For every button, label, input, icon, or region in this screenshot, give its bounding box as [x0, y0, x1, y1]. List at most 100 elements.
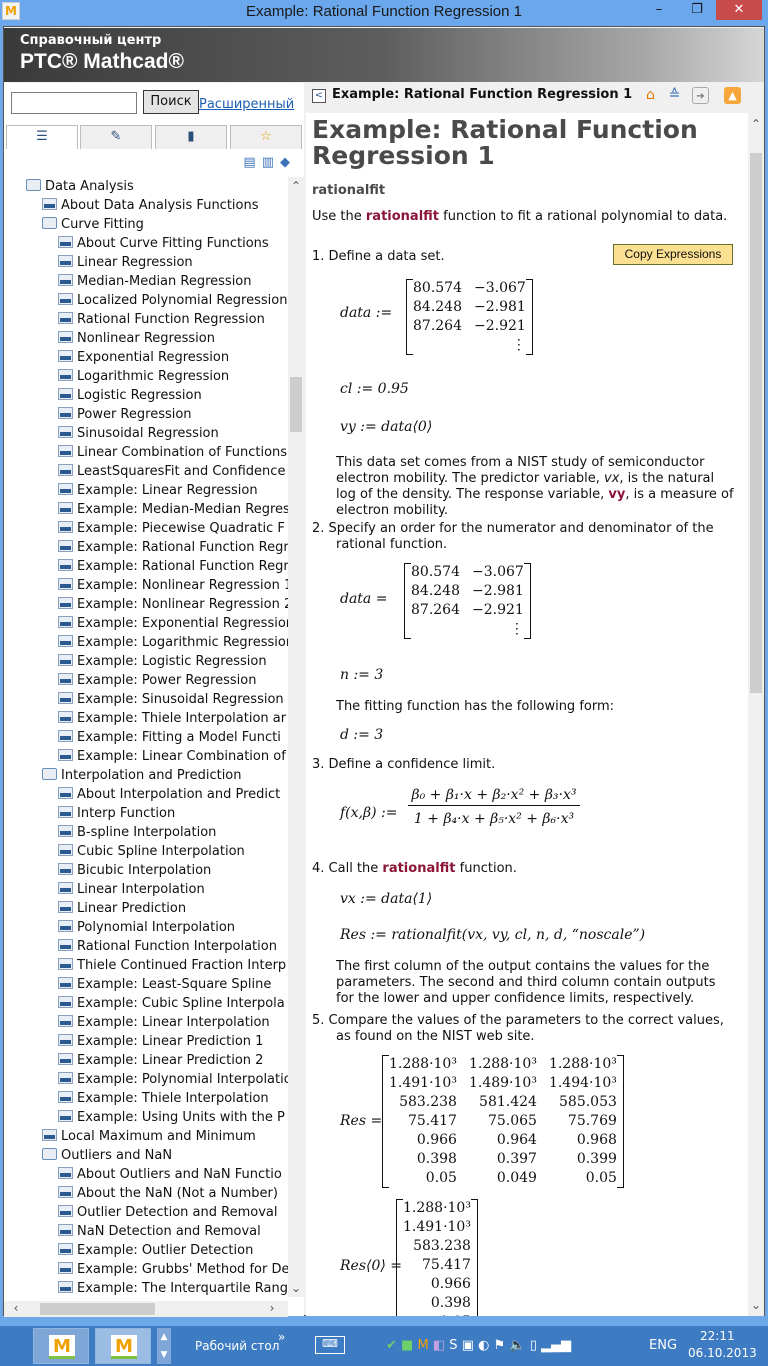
tree-vertical-scrollbar[interactable]: ⌃ ⌄ [288, 177, 304, 1297]
app-tray-icon[interactable]: ◐ [478, 1338, 489, 1353]
scroll-up-icon[interactable]: ⌃ [288, 179, 304, 193]
tree-topic[interactable]: Example: Linear Interpolation [58, 1013, 270, 1032]
tree-topic[interactable]: Sinusoidal Regression [58, 424, 219, 443]
scroll-down-icon[interactable]: ⌄ [288, 1281, 304, 1295]
hide-nav-button[interactable]: < [312, 89, 326, 103]
scrollbar-thumb[interactable] [750, 153, 762, 693]
tree-folder[interactable]: Interpolation and Prediction [42, 766, 242, 785]
scroll-up-icon[interactable]: ⌃ [748, 117, 764, 131]
tree-topic[interactable]: Example: Least-Square Spline [58, 975, 271, 994]
mathcad-tray-icon[interactable]: M [417, 1338, 428, 1353]
desktop-toolbar-label[interactable]: Рабочий стол [195, 1339, 279, 1353]
tree-topic[interactable]: Rational Function Regression [58, 310, 265, 329]
rationalfit-link[interactable]: rationalfit [382, 861, 455, 876]
tree-topic[interactable]: Example: Power Regression [58, 671, 256, 690]
display-icon[interactable]: ▣ [462, 1338, 474, 1353]
clock-time[interactable]: 22:11 [700, 1329, 735, 1343]
tree-topic[interactable]: Median-Median Regression [58, 272, 252, 291]
tree-topic[interactable]: Bicubic Interpolation [58, 861, 211, 880]
tree-topic[interactable]: Logarithmic Regression [58, 367, 229, 386]
tree-topic[interactable]: Example: Polynomial Interpolatio [58, 1070, 288, 1089]
tree-topic[interactable]: Local Maximum and Minimum [42, 1127, 256, 1146]
skype-icon[interactable]: ■ [401, 1338, 413, 1353]
tree-topic[interactable]: Example: Logarithmic Regression [58, 633, 288, 652]
topic-vertical-scrollbar[interactable]: ⌃ ⌄ [748, 113, 764, 1316]
scrollbar-thumb[interactable] [290, 377, 302, 432]
tree-topic[interactable]: Outlier Detection and Removal [58, 1203, 277, 1222]
tree-horizontal-scrollbar[interactable]: ‹ › [4, 1301, 288, 1317]
language-indicator[interactable]: ENG [649, 1338, 677, 1353]
connection-icon[interactable]: S [449, 1338, 457, 1353]
tree-topic[interactable]: Interp Function [58, 804, 175, 823]
scroll-right-icon[interactable]: › [264, 1301, 280, 1315]
tree-topic[interactable]: Example: Fitting a Model Functi [58, 728, 281, 747]
sync-topic-icon[interactable]: ▤ [243, 155, 261, 170]
tree-topic[interactable]: About the NaN (Not a Number) [58, 1184, 278, 1203]
tree-topic[interactable]: Example: Median-Median Regres [58, 500, 288, 519]
tree-topic[interactable]: Example: Rational Function Regr [58, 557, 288, 576]
tree-topic[interactable]: Example: Outlier Detection [58, 1241, 253, 1260]
search-input[interactable] [11, 92, 137, 114]
vy-link[interactable]: vy [608, 487, 625, 502]
scrollbar-thumb[interactable] [40, 1303, 155, 1315]
search-button[interactable]: Поиск [143, 90, 199, 114]
close-button[interactable]: ✕ [716, 0, 762, 20]
tree-topic[interactable]: Linear Interpolation [58, 880, 205, 899]
tree-topic[interactable]: NaN Detection and Removal [58, 1222, 261, 1241]
tree-topic[interactable]: Example: Sinusoidal Regression [58, 690, 284, 709]
toolbar-expand-icon[interactable]: » [278, 1330, 285, 1344]
tree-topic[interactable]: Example: Rational Function Regr [58, 538, 288, 557]
tree-topic[interactable]: Logistic Regression [58, 386, 202, 405]
tree-folder[interactable]: Curve Fitting [42, 215, 144, 234]
tree-topic[interactable]: Example: Exponential Regression [58, 614, 288, 633]
tree-topic[interactable]: Linear Combination of Functions [58, 443, 287, 462]
onenote-icon[interactable]: ◧ [433, 1338, 445, 1353]
tree-topic[interactable]: About Outliers and NaN Functio [58, 1165, 282, 1184]
tree-topic[interactable]: Example: The Interquartile Rang [58, 1279, 288, 1297]
minimize-button[interactable]: – [644, 0, 674, 20]
tree-topic[interactable]: Example: Linear Combination of [58, 747, 286, 766]
tree-topic[interactable]: Example: Cubic Spline Interpola [58, 994, 285, 1013]
tree-topic[interactable]: Example: Using Units with the P [58, 1108, 285, 1127]
previous-topic-icon[interactable]: ▲ [724, 87, 741, 104]
tree-topic[interactable]: Example: Logistic Regression [58, 652, 267, 671]
tab-index[interactable]: ✎ [80, 125, 152, 149]
flag-icon[interactable]: ⚑ [494, 1338, 506, 1353]
tree-topic[interactable]: About Curve Fitting Functions [58, 234, 269, 253]
tree-topic[interactable]: Linear Regression [58, 253, 193, 272]
tree-topic[interactable]: Polynomial Interpolation [58, 918, 235, 937]
tree-topic[interactable]: Example: Linear Prediction 1 [58, 1032, 263, 1051]
taskbar-mathcad-help[interactable]: M [95, 1328, 151, 1364]
tree-topic[interactable]: Example: Grubbs' Method for De [58, 1260, 288, 1279]
clock-date[interactable]: 06.10.2013 [688, 1346, 757, 1360]
next-topic-icon[interactable]: ➔ [692, 87, 709, 104]
scroll-left-icon[interactable]: ‹ [8, 1301, 24, 1315]
home-icon[interactable]: ⌂ [642, 87, 659, 104]
show-in-contents-icon[interactable]: ≙ [666, 87, 683, 104]
tree-topic[interactable]: Example: Piecewise Quadratic F [58, 519, 285, 538]
maximize-button[interactable]: ❐ [682, 0, 712, 20]
copy-expressions-button[interactable]: Copy Expressions [613, 244, 733, 265]
taskbar-mathcad[interactable]: M [33, 1328, 89, 1364]
tab-bookmarks[interactable]: ▮ [155, 125, 227, 149]
tree-topic[interactable]: Nonlinear Regression [58, 329, 215, 348]
network-icon[interactable]: ▂▄▆ [541, 1338, 571, 1353]
tree-topic[interactable]: Power Regression [58, 405, 192, 424]
keyboard-icon[interactable]: ⌨ [315, 1336, 345, 1354]
tree-topic[interactable]: About Interpolation and Predict [58, 785, 280, 804]
tree-topic[interactable]: B-spline Interpolation [58, 823, 216, 842]
tab-contents[interactable]: ☰ [6, 125, 78, 149]
tree-topic[interactable]: Exponential Regression [58, 348, 229, 367]
tree-folder[interactable]: Data Analysis [26, 177, 134, 196]
security-icon[interactable]: ✔ [386, 1338, 397, 1353]
advanced-search-link[interactable]: Расширенный [199, 97, 294, 112]
tree-topic[interactable]: Example: Nonlinear Regression 1 [58, 576, 288, 595]
tree-topic[interactable]: Example: Thiele Interpolation ar [58, 709, 286, 728]
tree-topic[interactable]: LeastSquaresFit and Confidence [58, 462, 285, 481]
taskbar-scroll-icon[interactable]: ▲ ▼ [157, 1328, 171, 1364]
tree-topic[interactable]: Thiele Continued Fraction Interp [58, 956, 286, 975]
tree-folder[interactable]: Outliers and NaN [42, 1146, 172, 1165]
scroll-down-icon[interactable]: ⌄ [748, 1298, 764, 1312]
tree-topic[interactable]: Example: Linear Regression [58, 481, 258, 500]
collapse-all-icon[interactable]: ▥ [262, 155, 280, 170]
